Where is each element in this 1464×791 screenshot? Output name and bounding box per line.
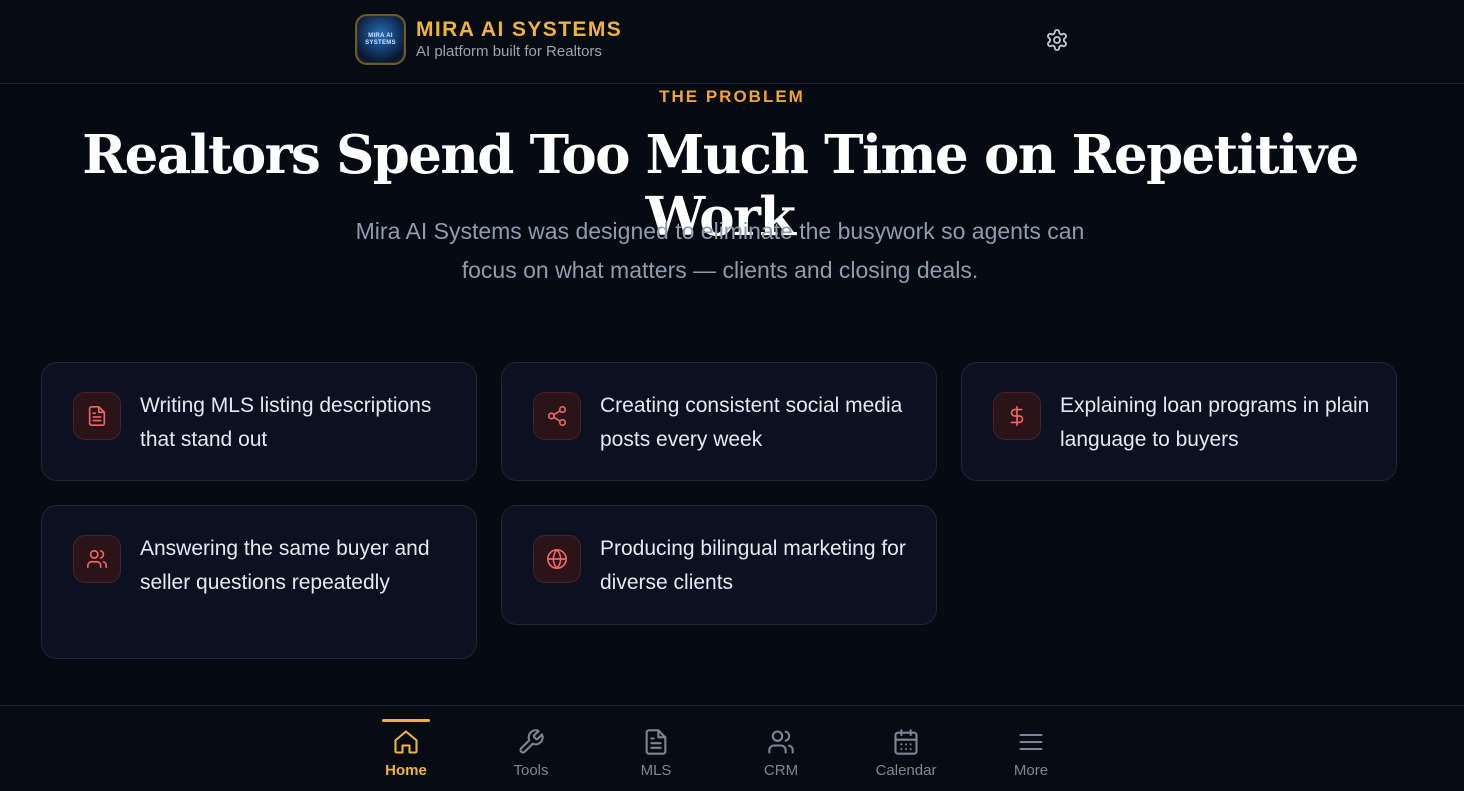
problem-text: Explaining loan programs in plain langua… <box>1060 394 1370 451</box>
brand-subtitle: AI platform built for Realtors <box>416 43 602 60</box>
nav-item-mls[interactable]: MLS <box>611 706 701 791</box>
menu-icon <box>1019 733 1043 751</box>
problem-text: Producing bilingual marketing for divers… <box>600 537 906 594</box>
section-eyebrow: THE PROBLEM <box>659 87 805 106</box>
section-subtitle: Mira AI Systems was designed to eliminat… <box>300 212 1140 290</box>
subtitle-line-1: Mira AI Systems was designed to eliminat… <box>355 218 1085 244</box>
subtitle-line-2: focus on what matters — clients and clos… <box>461 257 979 283</box>
dollar-icon <box>993 392 1041 440</box>
users-icon <box>73 535 121 583</box>
problem-card: Creating consistent social media posts e… <box>501 362 937 481</box>
nav-item-crm[interactable]: CRM <box>736 706 826 791</box>
active-indicator <box>382 719 430 722</box>
nav-label: Tools <box>513 762 549 779</box>
wrench-icon <box>519 729 544 754</box>
top-header: MIRA AI SYSTEMS MIRA AI SYSTEMS AI platf… <box>0 0 1464 84</box>
brand-logo: MIRA AI SYSTEMS <box>355 14 406 65</box>
brand-text: MIRA AI SYSTEMS AI platform built for Re… <box>416 18 622 61</box>
share-icon <box>533 392 581 440</box>
logo-lettering: MIRA AI SYSTEMS <box>365 32 396 46</box>
nav-label: More <box>1013 762 1049 779</box>
brand-title: MIRA AI SYSTEMS <box>416 18 623 41</box>
nav-item-calendar[interactable]: Calendar <box>861 706 951 791</box>
problem-text: Writing MLS listing descriptions that st… <box>140 394 432 451</box>
nav-label: CRM <box>763 762 799 779</box>
problem-card: Producing bilingual marketing for divers… <box>501 505 937 625</box>
problem-card: Answering the same buyer and seller ques… <box>41 505 477 659</box>
bottom-nav: Home Tools MLS CRM Calendar More <box>0 705 1464 791</box>
home-icon <box>394 730 418 754</box>
document-icon <box>645 729 667 755</box>
users-icon <box>768 730 794 754</box>
gear-icon[interactable] <box>1045 28 1069 52</box>
nav-item-more[interactable]: More <box>986 706 1076 791</box>
globe-icon <box>533 535 581 583</box>
problem-text: Creating consistent social media posts e… <box>600 394 903 451</box>
brand[interactable]: MIRA AI SYSTEMS MIRA AI SYSTEMS AI platf… <box>355 14 622 65</box>
nav-item-home[interactable]: Home <box>361 706 451 791</box>
problem-card: Explaining loan programs in plain langua… <box>961 362 1397 481</box>
calendar-icon <box>894 729 918 755</box>
nav-item-tools[interactable]: Tools <box>486 706 576 791</box>
problem-text: Answering the same buyer and seller ques… <box>140 537 430 594</box>
nav-label: Home <box>385 762 427 779</box>
nav-label: Calendar <box>875 762 937 779</box>
problem-card: Writing MLS listing descriptions that st… <box>41 362 477 481</box>
document-icon <box>73 392 121 440</box>
nav-label: MLS <box>640 762 672 779</box>
